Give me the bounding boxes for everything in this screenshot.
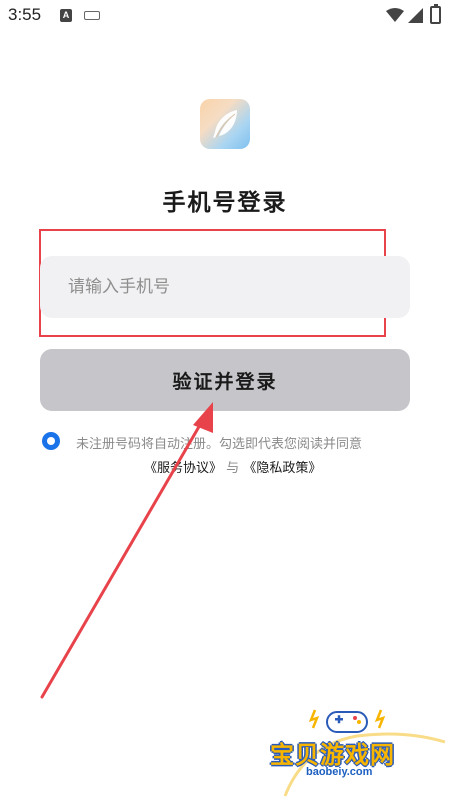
keyboard-icon <box>84 11 100 20</box>
feather-icon <box>200 99 250 149</box>
agreement-links: 《服务协议》 与 《隐私政策》 <box>144 457 321 476</box>
status-bar: 3:55 A <box>0 0 450 32</box>
agreement-radio[interactable] <box>42 432 60 450</box>
battery-icon <box>430 4 441 24</box>
agreement-connector: 与 <box>226 461 240 476</box>
phone-input[interactable] <box>40 256 410 318</box>
status-time: 3:55 <box>8 5 42 24</box>
verify-login-button[interactable]: 验证并登录 <box>40 349 410 411</box>
agreement-text: 未注册号码将自动注册。勾选即代表您阅读并同意 <box>76 437 363 452</box>
signal-icon <box>408 8 423 23</box>
watermark-name: 宝贝游戏网 <box>270 741 395 769</box>
service-agreement-link[interactable]: 《服务协议》 <box>144 461 222 476</box>
page-title: 手机号登录 <box>162 190 288 216</box>
watermark-url: baobeiy.com <box>306 766 373 778</box>
notification-a-icon: A <box>60 9 72 22</box>
wifi-icon <box>386 8 404 22</box>
privacy-policy-link[interactable]: 《隐私政策》 <box>243 461 321 476</box>
